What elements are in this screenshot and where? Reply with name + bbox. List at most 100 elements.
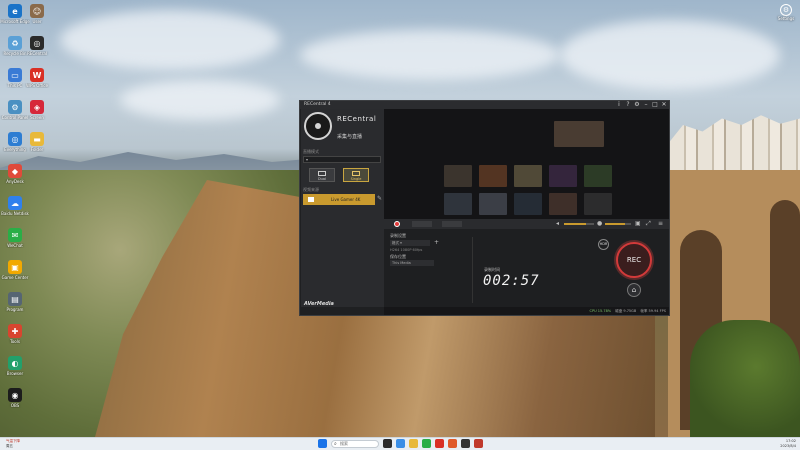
volume-slider[interactable] bbox=[564, 223, 594, 225]
desktop-icon[interactable]: ✉ WeChat bbox=[0, 228, 30, 248]
add-icon[interactable]: + bbox=[434, 239, 439, 246]
taskbar-apps: 搜索 bbox=[318, 439, 483, 448]
edge-taskbar-icon[interactable] bbox=[396, 439, 405, 448]
recentral-window: RECentral 4 i ? ⚙ – □ ✕ RECentral 采集与直播 … bbox=[299, 100, 670, 316]
preview-tile bbox=[444, 165, 472, 187]
clock-date: 2023/8/4 bbox=[780, 444, 796, 448]
record-indicator-icon[interactable] bbox=[394, 221, 400, 227]
desktop-icon[interactable]: ▣ Game Center bbox=[0, 260, 30, 280]
taskbar-search[interactable]: 搜索 bbox=[331, 439, 379, 448]
file-explorer-icon[interactable] bbox=[409, 439, 418, 448]
help-icon[interactable]: ? bbox=[625, 101, 631, 109]
chevron-down-icon: ▾ bbox=[400, 241, 402, 245]
preview-tile bbox=[479, 165, 507, 187]
panel-divider bbox=[472, 237, 473, 303]
preview-tile bbox=[584, 165, 612, 187]
desktop-icon-label: Folder bbox=[30, 147, 44, 152]
mode-label: Single bbox=[350, 177, 362, 181]
desktop-icon[interactable]: ☁ Baidu Netdisk bbox=[0, 196, 30, 216]
save-path-field[interactable]: This Media bbox=[390, 260, 434, 266]
desktop-icon[interactable]: ◉ OBS bbox=[0, 388, 30, 408]
system-tray-clock[interactable]: 17:02 2023/8/4 bbox=[780, 439, 796, 449]
desktop-icon[interactable]: ✚ Tools bbox=[0, 324, 30, 344]
app-icon: ♻ bbox=[8, 36, 22, 50]
app-icon: e bbox=[8, 4, 22, 18]
app-icon: ✉ bbox=[8, 228, 22, 242]
chevron-down-icon: ▾ bbox=[306, 157, 309, 162]
mode-button-single[interactable]: Single bbox=[343, 168, 369, 182]
settings-gear-icon[interactable]: ⚙ bbox=[634, 101, 640, 109]
video-preview[interactable] bbox=[384, 109, 669, 219]
mode-button-dual[interactable]: Dual bbox=[309, 168, 335, 182]
cloud bbox=[120, 80, 280, 120]
source-item-label: Live Gamer 4K bbox=[331, 197, 361, 202]
desktop-icon[interactable]: ◐ Browser bbox=[0, 356, 30, 376]
recentral-taskbar-icon[interactable] bbox=[461, 439, 470, 448]
desktop-icon[interactable]: W WPS Office bbox=[22, 68, 52, 88]
preview-tile bbox=[554, 121, 604, 147]
mic-slider[interactable] bbox=[605, 223, 631, 225]
desktop-icon-label: AnyDesk bbox=[6, 179, 24, 184]
window-controls: i ? ⚙ – □ ✕ bbox=[616, 101, 667, 109]
desktop-icon-label: Screen bbox=[30, 115, 44, 120]
taskbar: 气温下降 周五 搜索 17:02 2023/8/4 bbox=[0, 437, 800, 450]
desktop-icon[interactable]: ▤ Program bbox=[0, 292, 30, 312]
wechat-taskbar-icon[interactable] bbox=[422, 439, 431, 448]
fullscreen-icon[interactable]: ⤢ bbox=[646, 220, 651, 228]
gear-icon: ⚙ bbox=[780, 4, 792, 16]
mode-dial-icon[interactable] bbox=[304, 112, 332, 140]
desktop-icon[interactable]: ◈ Screen bbox=[22, 100, 52, 120]
desktop-icon[interactable]: ◆ AnyDesk bbox=[0, 164, 30, 184]
close-button[interactable]: ✕ bbox=[661, 101, 667, 109]
trees bbox=[690, 320, 800, 437]
speaker-icon[interactable]: ◂ bbox=[556, 220, 559, 227]
source-item-live-gamer[interactable]: Live Gamer 4K bbox=[303, 194, 375, 205]
layout-toggle-button[interactable] bbox=[412, 221, 432, 227]
avermedia-logo: AVerMedia bbox=[304, 301, 334, 307]
format-select[interactable]: 格式 ▾ bbox=[390, 240, 430, 246]
app-taskbar-icon[interactable] bbox=[448, 439, 457, 448]
mic-icon[interactable]: ● bbox=[597, 220, 602, 227]
device-label: 直播模式 bbox=[303, 149, 319, 154]
desktop-icon[interactable]: ☺ User bbox=[22, 4, 52, 24]
app-icon: ⚙ bbox=[8, 100, 22, 114]
preview-tile bbox=[549, 193, 577, 215]
desktop-icon-label: Browser bbox=[6, 371, 24, 376]
monitor-icon bbox=[352, 171, 360, 176]
cloud bbox=[300, 30, 560, 80]
device-select[interactable]: ▾ bbox=[303, 156, 381, 163]
hdr-button[interactable]: HDR bbox=[598, 239, 609, 250]
volume-fill bbox=[564, 223, 586, 225]
rec-button[interactable]: REC bbox=[616, 242, 652, 278]
wps-taskbar-icon[interactable] bbox=[435, 439, 444, 448]
weather-line-2: 周五 bbox=[6, 444, 13, 448]
menu-icon[interactable]: ≡ bbox=[658, 220, 663, 227]
snapshot-small-icon[interactable]: ▣ bbox=[635, 220, 641, 227]
status-bar: CPU 15.78% 磁盘 9.75GB 帧率 59.94 FPS bbox=[384, 307, 669, 315]
app-icon: ◆ bbox=[8, 164, 22, 178]
minimize-button[interactable]: – bbox=[643, 101, 649, 109]
screen-taskbar-icon[interactable] bbox=[474, 439, 483, 448]
task-view-icon[interactable] bbox=[383, 439, 392, 448]
layout-toggle-button[interactable] bbox=[442, 221, 462, 227]
windows-start-icon[interactable] bbox=[318, 439, 327, 448]
snapshot-camera-icon[interactable]: ⌂ bbox=[627, 283, 641, 297]
recording-timer: 002:57 bbox=[483, 273, 540, 289]
title-bar[interactable]: RECentral 4 i ? ⚙ – □ ✕ bbox=[300, 101, 669, 109]
weather-widget[interactable]: 气温下降 周五 bbox=[6, 439, 20, 449]
preview-tile bbox=[584, 193, 612, 215]
maximize-button[interactable]: □ bbox=[652, 101, 658, 109]
disk-usage: 磁盘 9.75GB bbox=[615, 309, 637, 313]
preview-tile bbox=[514, 165, 542, 187]
record-settings-label: 录制设置 bbox=[390, 233, 406, 238]
desktop-icon[interactable]: ◎ RECentral bbox=[22, 36, 52, 56]
app-icon: ▭ bbox=[8, 68, 22, 82]
app-icon: ◉ bbox=[8, 388, 22, 402]
info-icon[interactable]: i bbox=[616, 101, 622, 109]
desktop-icon[interactable]: ▬ Folder bbox=[22, 132, 52, 152]
window-title: RECentral 4 bbox=[304, 102, 331, 107]
desktop-icon-label: Baidu Netdisk bbox=[1, 211, 29, 216]
edit-pencil-icon[interactable]: ✎ bbox=[377, 195, 382, 202]
desktop-icon-settings[interactable]: ⚙ Settings bbox=[777, 4, 795, 21]
app-icon: ◐ bbox=[8, 356, 22, 370]
